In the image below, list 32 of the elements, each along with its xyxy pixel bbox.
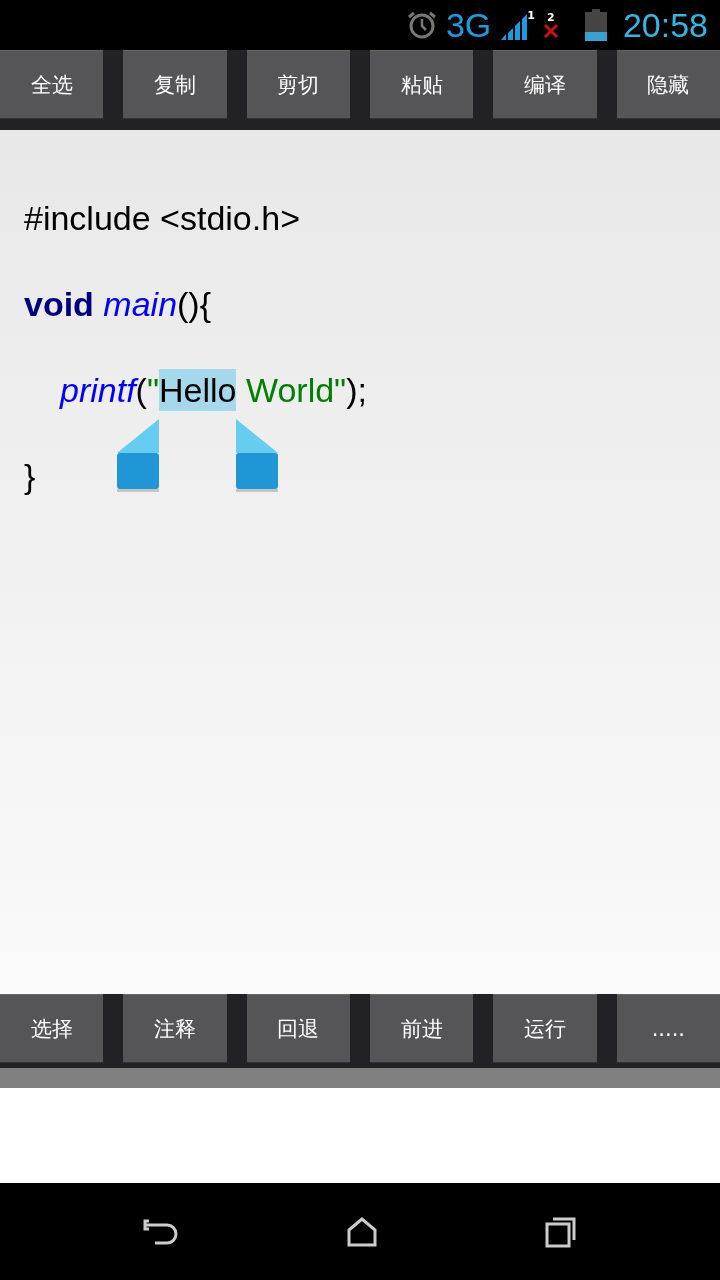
toolbar-button[interactable]: 回退 [246, 994, 350, 1062]
recent-apps-icon[interactable] [544, 1215, 577, 1248]
code-text: World" [244, 370, 347, 411]
code-text: main [102, 284, 178, 325]
no-signal-icon [542, 22, 559, 39]
toolbar-button[interactable]: 复制 [123, 50, 227, 118]
selection-handle[interactable] [117, 419, 161, 493]
code-text: " [146, 370, 159, 411]
toolbar-button[interactable]: 隐藏 [616, 50, 720, 118]
toolbar-button[interactable]: 粘贴 [370, 50, 474, 118]
battery-icon [584, 9, 607, 41]
code-text: } [24, 456, 36, 497]
toolbar-button[interactable]: 运行 [493, 994, 597, 1062]
code-text: ); [346, 370, 367, 411]
toolbar-button[interactable]: 前进 [370, 994, 474, 1062]
toolbar-button[interactable]: ..... [616, 994, 720, 1062]
toolbar-button[interactable]: 选择 [0, 994, 104, 1062]
selected-code-text: Hello [159, 369, 237, 411]
home-icon[interactable] [346, 1216, 378, 1247]
toolbar-button[interactable]: 剪切 [246, 50, 350, 118]
selection-handle[interactable] [234, 419, 279, 493]
toolbar-button[interactable]: 注释 [123, 994, 227, 1062]
sim-number: 2 [547, 11, 555, 23]
toolbar-button[interactable]: 全选 [0, 50, 104, 118]
code-text: (){ [177, 284, 212, 325]
toolbar-button[interactable]: 编译 [493, 50, 597, 118]
code-text: #include <stdio.h> [24, 198, 300, 239]
clock: 20:58 [622, 5, 708, 45]
alarm-icon [405, 9, 438, 41]
network-type: 3G [445, 5, 492, 45]
code-text: void [24, 284, 94, 325]
sim-number: 1 [527, 10, 535, 21]
